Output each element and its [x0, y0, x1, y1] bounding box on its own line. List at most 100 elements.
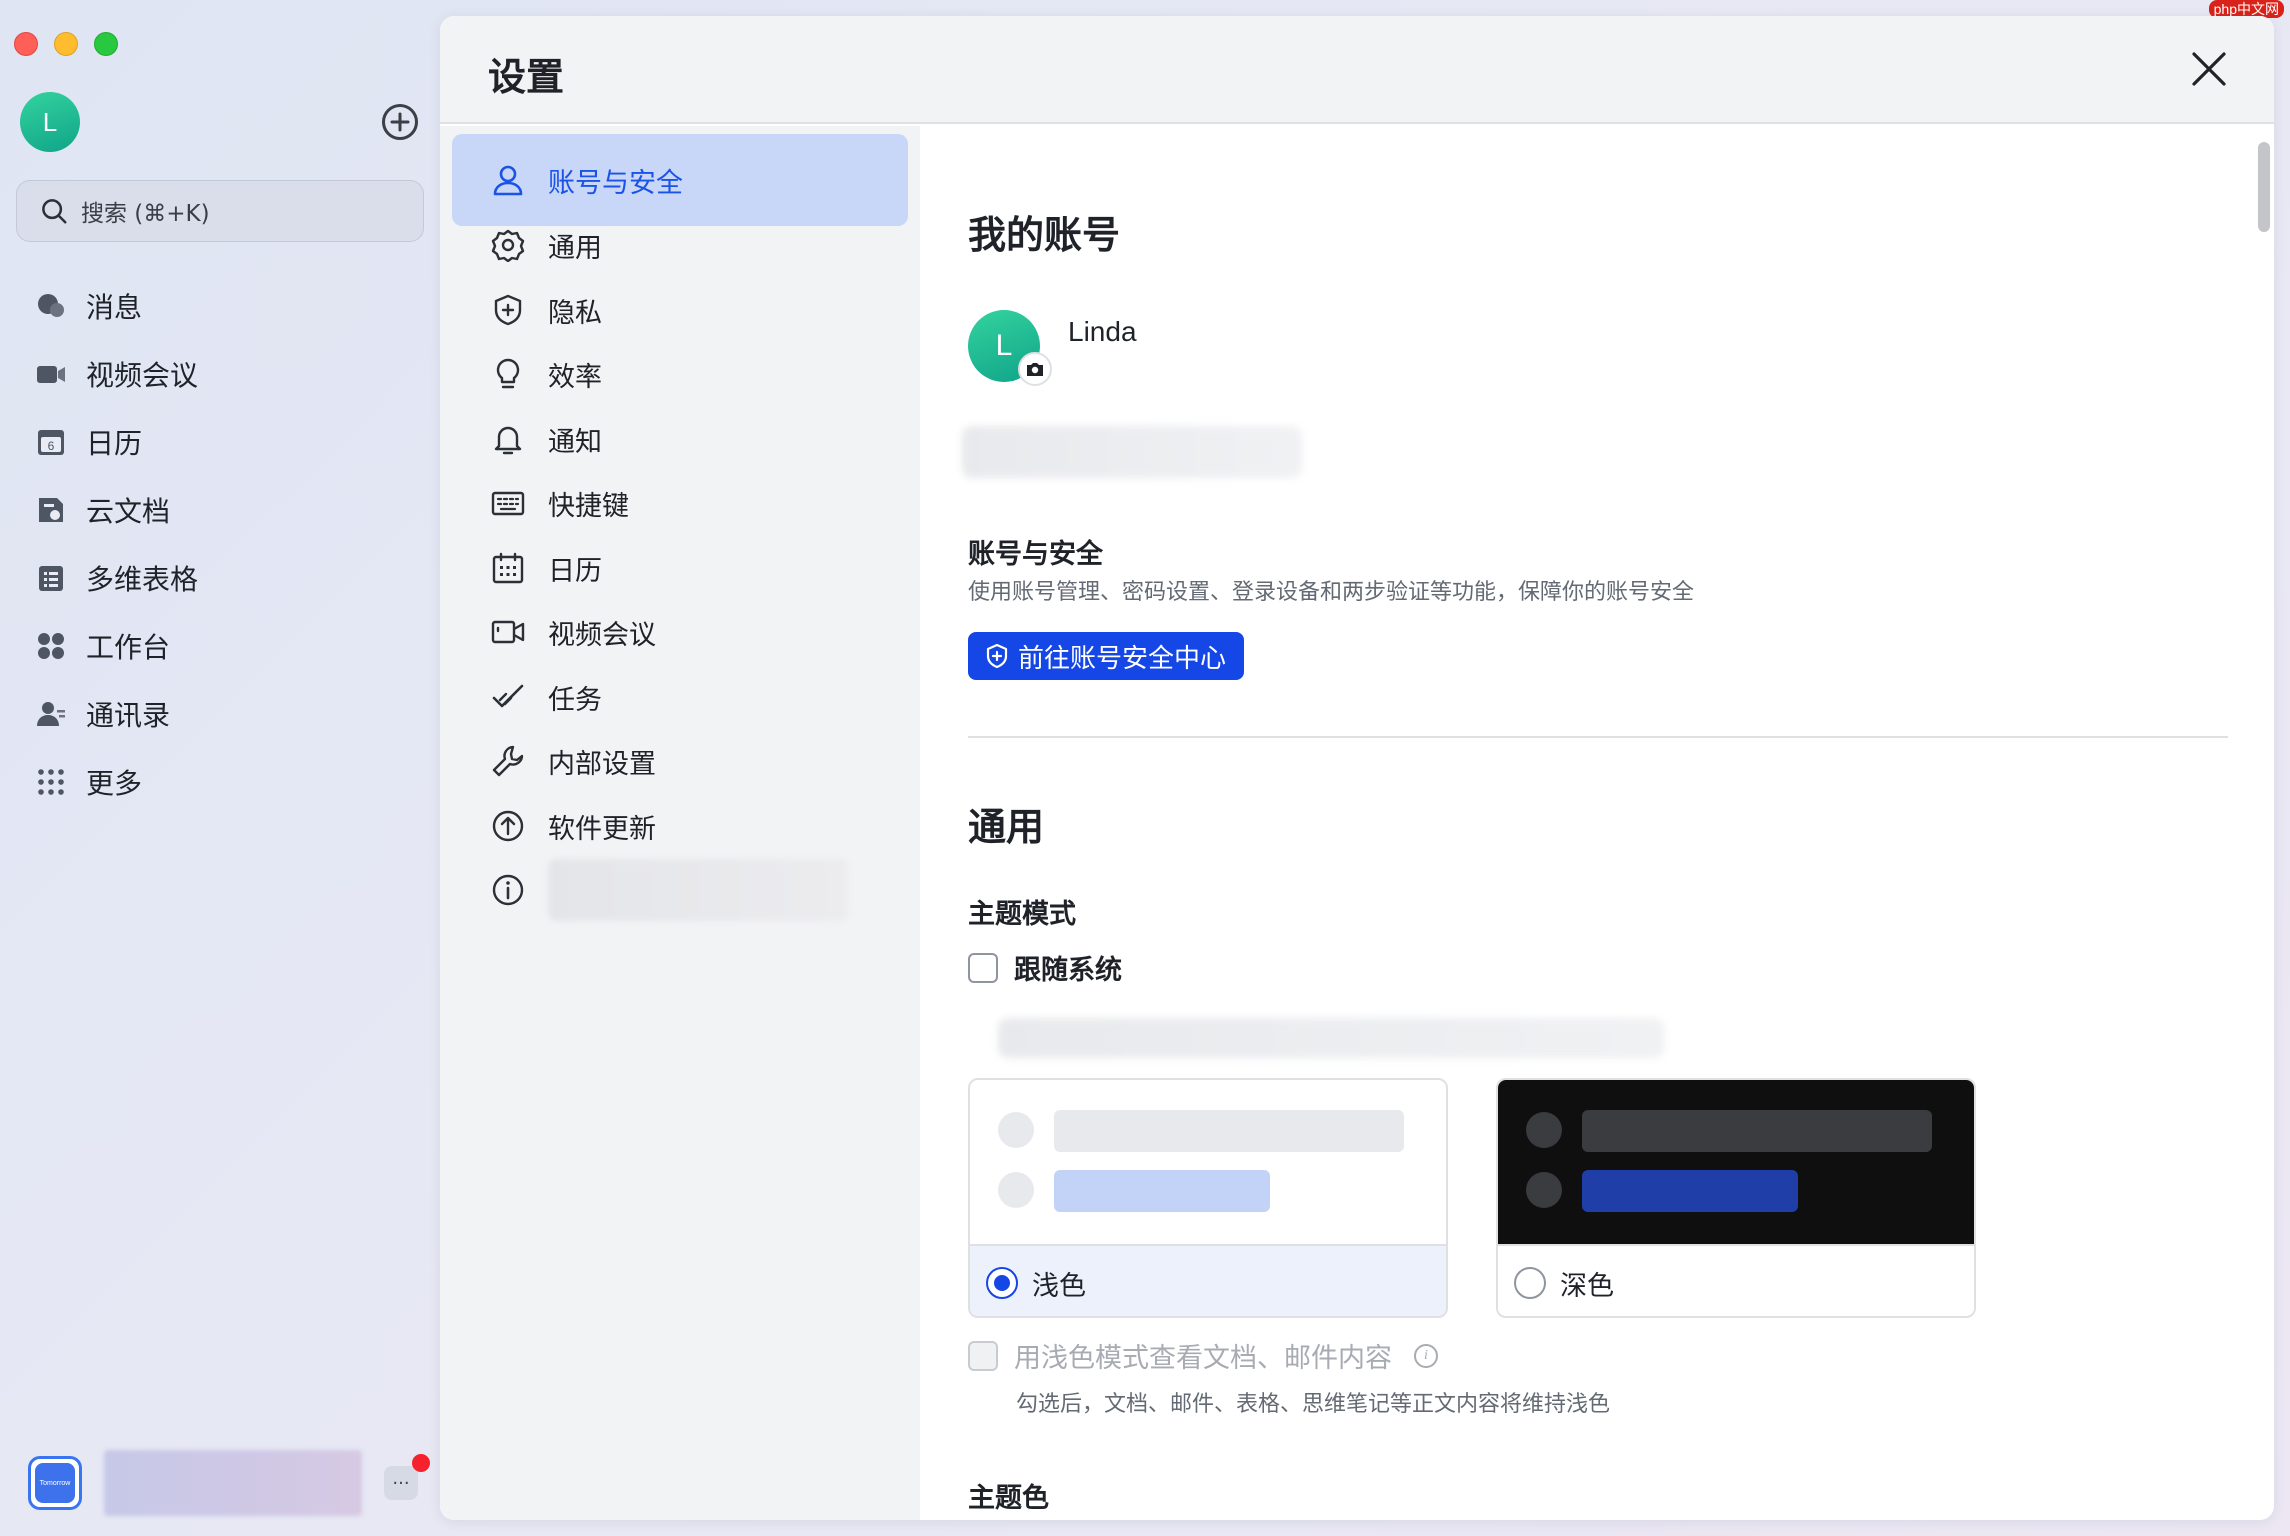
nav-label: 云文档 — [86, 495, 171, 528]
settings-nav-label: 账号与安全 — [548, 167, 683, 199]
bell-icon — [490, 421, 526, 457]
dark-theme-footer: 深色 — [1498, 1244, 1974, 1316]
task-check-icon — [490, 679, 526, 715]
page-title: 设置 — [488, 55, 565, 99]
dark-theme-card[interactable]: 深色 — [1496, 1078, 1976, 1318]
follow-system-checkbox[interactable] — [968, 952, 998, 983]
ellipsis-icon: ··· — [392, 1472, 410, 1494]
upload-arrow-icon — [490, 808, 526, 844]
blurred-label — [548, 859, 848, 921]
light-docs-checkbox[interactable] — [968, 1340, 998, 1371]
theme-color-title: 主题色 — [968, 1483, 1049, 1514]
dark-theme-preview — [1498, 1080, 1974, 1244]
settings-nav-label: 内部设置 — [548, 748, 656, 780]
settings-nav-about[interactable] — [452, 844, 908, 936]
dark-theme-radio[interactable] — [1514, 1267, 1546, 1299]
table-icon — [34, 561, 68, 595]
workplace-grid-icon — [34, 629, 68, 663]
nav-label: 消息 — [86, 291, 143, 324]
app-sidebar: L 搜索 (⌘+K) 消息 视频会议 6 日历 云文档 多维表格 工作台 通讯录… — [0, 0, 440, 1536]
light-theme-card[interactable]: 浅色 — [968, 1078, 1448, 1318]
light-theme-preview — [970, 1080, 1446, 1244]
settings-header: 设置 — [440, 16, 2274, 124]
window-maximize-button[interactable] — [94, 32, 118, 56]
wrench-icon — [490, 743, 526, 779]
my-account-heading: 我的账号 — [968, 213, 1121, 257]
settings-nav-label: 任务 — [548, 684, 602, 716]
info-icon[interactable]: i — [1414, 1343, 1438, 1368]
dark-theme-label: 深色 — [1560, 1270, 1614, 1302]
bottom-bar: Tomorrow ··· — [28, 1450, 430, 1516]
contacts-icon — [34, 697, 68, 731]
settings-nav-label: 效率 — [548, 361, 602, 393]
settings-content: 我的账号 L Linda 账号与安全 使用账号管理、密码设置、登录设备和两步验证… — [920, 126, 2274, 1520]
calendar-icon: 6 — [34, 425, 68, 459]
follow-system-row[interactable]: 跟随系统 — [968, 948, 1122, 987]
light-docs-label: 用浅色模式查看文档、邮件内容 — [1014, 1343, 1392, 1374]
light-docs-desc: 勾选后，文档、邮件、表格、思维笔记等正文内容将维持浅色 — [1016, 1392, 1611, 1417]
app-nav: 消息 视频会议 6 日历 云文档 多维表格 工作台 通讯录 更多 — [34, 272, 198, 816]
shield-plus-icon — [986, 643, 1008, 669]
video-icon — [490, 614, 526, 650]
window-close-button[interactable] — [14, 32, 38, 56]
nav-item-contacts[interactable]: 通讯录 — [34, 680, 198, 748]
nav-label: 视频会议 — [86, 359, 199, 392]
nav-item-bitable[interactable]: 多维表格 — [34, 544, 198, 612]
window-minimize-button[interactable] — [54, 32, 78, 56]
theme-mode-title: 主题模式 — [968, 899, 1076, 930]
chat-bubble-icon — [34, 289, 68, 323]
search-placeholder: 搜索 (⌘+K) — [81, 201, 210, 227]
nav-label: 更多 — [86, 767, 143, 800]
settings-nav-label: 日历 — [548, 555, 602, 587]
blurred-status — [104, 1450, 362, 1516]
light-docs-row[interactable]: 用浅色模式查看文档、邮件内容 i — [968, 1336, 1438, 1375]
account-security-title: 账号与安全 — [968, 539, 1103, 570]
notification-dot — [412, 1454, 430, 1472]
settings-nav-label: 通用 — [548, 232, 602, 264]
more-dots-icon — [34, 765, 68, 799]
settings-nav-label: 隐私 — [548, 297, 602, 329]
nav-item-messages[interactable]: 消息 — [34, 272, 198, 340]
light-theme-radio[interactable] — [986, 1267, 1018, 1299]
scrollbar[interactable] — [2258, 142, 2270, 232]
nav-item-more[interactable]: 更多 — [34, 748, 198, 816]
nav-item-cloud-docs[interactable]: 云文档 — [34, 476, 198, 544]
calendar-icon — [490, 550, 526, 586]
search-icon — [42, 199, 67, 224]
settings-dialog: 设置 账号与安全 通用 隐私 效率 通知 快捷键 日历 视频会议 任务 内部设置… — [440, 16, 2274, 1520]
info-icon — [490, 872, 526, 908]
nav-item-video-meeting[interactable]: 视频会议 — [34, 340, 198, 408]
settings-nav-label: 视频会议 — [548, 619, 656, 651]
tomorrow-app-icon[interactable]: Tomorrow — [28, 1456, 82, 1510]
cloud-doc-icon — [34, 493, 68, 527]
add-icon[interactable] — [382, 104, 418, 140]
nav-label: 通讯录 — [86, 699, 171, 732]
gear-icon — [490, 227, 526, 263]
security-center-label: 前往账号安全中心 — [1018, 643, 1227, 674]
profile-name: Linda — [1068, 316, 1137, 347]
blurred-info — [962, 426, 1302, 478]
account-security-desc: 使用账号管理、密码设置、登录设备和两步验证等功能，保障你的账号安全 — [968, 580, 1695, 605]
nav-label: 工作台 — [86, 631, 171, 664]
nav-item-calendar[interactable]: 6 日历 — [34, 408, 198, 476]
search-input[interactable]: 搜索 (⌘+K) — [16, 180, 424, 242]
close-icon[interactable] — [2190, 50, 2228, 88]
window-controls — [14, 32, 118, 56]
lightbulb-icon — [490, 356, 526, 392]
settings-nav-label: 通知 — [548, 426, 602, 458]
settings-nav: 账号与安全 通用 隐私 效率 通知 快捷键 日历 视频会议 任务 内部设置 软件… — [440, 126, 920, 1520]
camera-icon[interactable] — [1018, 352, 1052, 386]
more-options-button[interactable]: ··· — [384, 1454, 430, 1500]
section-divider — [968, 736, 2228, 738]
nav-label: 日历 — [86, 427, 143, 460]
security-center-button[interactable]: 前往账号安全中心 — [968, 632, 1245, 680]
settings-nav-label: 快捷键 — [548, 490, 629, 522]
nav-label: 多维表格 — [86, 563, 199, 596]
user-icon — [490, 162, 526, 198]
shield-icon — [490, 292, 526, 328]
keyboard-icon — [490, 485, 526, 521]
video-camera-icon — [34, 357, 68, 391]
nav-item-workplace[interactable]: 工作台 — [34, 612, 198, 680]
light-theme-footer: 浅色 — [970, 1244, 1446, 1316]
user-avatar[interactable]: L — [20, 92, 80, 152]
